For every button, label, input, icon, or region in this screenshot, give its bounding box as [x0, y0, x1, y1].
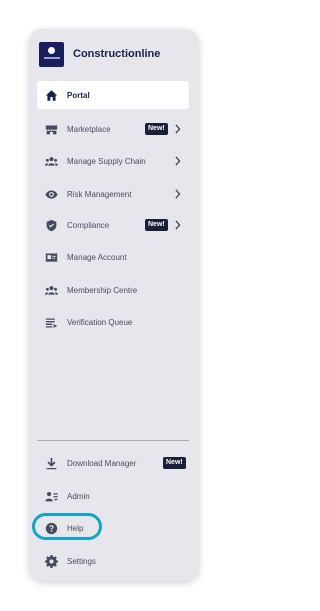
id-card-icon [44, 250, 58, 264]
sidebar-panel: Constructionline Portal Marketplace New!… [29, 29, 199, 581]
sidebar-item-label: Membership Centre [67, 285, 138, 295]
sidebar-item-help[interactable]: Help [37, 514, 189, 542]
shield-check-icon [44, 218, 58, 232]
chevron-right-icon [173, 156, 181, 166]
new-badge: New! [145, 123, 168, 135]
sidebar-item-label: Admin [67, 491, 90, 501]
brand-header[interactable]: Constructionline [39, 39, 189, 69]
people-group-icon [44, 154, 58, 168]
sidebar-item-label: Manage Supply Chain [67, 156, 146, 166]
queue-list-icon [44, 315, 58, 329]
new-badge: New! [145, 219, 168, 231]
storefront-icon [44, 122, 58, 136]
sidebar-item-label: Manage Account [67, 252, 127, 262]
sidebar-item-admin[interactable]: Admin [37, 482, 189, 510]
gear-icon [44, 554, 58, 568]
home-icon [44, 88, 58, 102]
sidebar-item-compliance[interactable]: Compliance New! [37, 211, 189, 239]
download-icon [44, 456, 58, 470]
sidebar-item-label: Marketplace [67, 124, 111, 134]
sidebar-item-portal[interactable]: Portal [37, 81, 189, 109]
sidebar-item-risk-management[interactable]: Risk Management [37, 180, 189, 208]
admin-user-icon [44, 489, 58, 503]
sidebar-item-label: Compliance [67, 220, 110, 230]
new-badge: New! [163, 457, 186, 469]
eye-icon [44, 187, 58, 201]
sidebar-item-label: Settings [67, 556, 96, 566]
constructionline-logo [39, 41, 64, 67]
sidebar-item-membership-centre[interactable]: Membership Centre [37, 276, 189, 304]
sidebar-item-label: Help [67, 523, 84, 533]
sidebar-item-label: Verification Queue [67, 317, 133, 327]
sidebar-item-manage-account[interactable]: Manage Account [37, 243, 189, 271]
sidebar-item-settings[interactable]: Settings [37, 547, 189, 575]
brand-name: Constructionline [73, 48, 161, 60]
help-circle-icon [44, 521, 58, 535]
sidebar-item-label: Download Manager [67, 458, 137, 468]
sidebar-item-marketplace[interactable]: Marketplace New! [37, 115, 189, 143]
sidebar-item-supply-chain[interactable]: Manage Supply Chain [37, 147, 189, 175]
chevron-right-icon [173, 189, 181, 199]
sidebar-divider [37, 440, 189, 441]
people-group-icon [44, 283, 58, 297]
sidebar-item-label: Portal [67, 90, 90, 100]
chevron-right-icon [173, 124, 181, 134]
sidebar-item-verification-queue[interactable]: Verification Queue [37, 308, 189, 336]
sidebar-item-download-manager[interactable]: Download Manager New! [37, 449, 189, 477]
sidebar-item-label: Risk Management [67, 189, 132, 199]
chevron-right-icon [173, 220, 181, 230]
